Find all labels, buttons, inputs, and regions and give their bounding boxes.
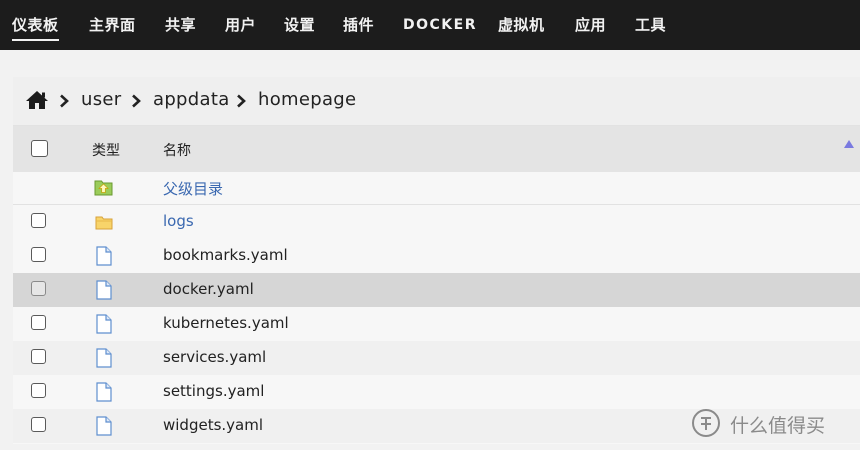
nav-docker[interactable]: DOCKER [403,0,477,50]
table-row[interactable]: settings.yaml [13,375,860,409]
chevron-right-icon [60,94,69,108]
table-row[interactable]: bookmarks.yaml [13,239,860,273]
nav-shares[interactable]: 共享 [165,0,196,50]
file-name[interactable]: services.yaml [163,348,266,366]
column-name-header[interactable]: 名称 [163,140,191,160]
file-name[interactable]: settings.yaml [163,382,264,400]
nav-plugins[interactable]: 插件 [343,0,374,50]
nav-dashboard[interactable]: 仪表板 [12,0,59,50]
folder-icon [95,216,113,230]
breadcrumb: user appdata homepage [13,77,860,126]
table-row[interactable]: services.yaml [13,341,860,375]
row-checkbox[interactable] [31,315,46,330]
chevron-right-icon [132,94,141,108]
parent-folder-icon [94,180,113,196]
column-type-header[interactable]: 类型 [92,140,120,160]
row-checkbox[interactable] [31,281,46,296]
row-checkbox[interactable] [31,213,46,228]
table-row[interactable]: kubernetes.yaml [13,307,860,341]
file-name[interactable]: widgets.yaml [163,416,263,434]
nav-settings[interactable]: 设置 [284,0,315,50]
file-icon [96,280,112,300]
nav-users[interactable]: 用户 [225,0,256,50]
nav-apps[interactable]: 应用 [575,0,606,50]
row-checkbox[interactable] [31,383,46,398]
table-header: 类型 名称 [13,126,860,172]
file-icon [96,314,112,334]
file-name[interactable]: logs [163,212,194,230]
breadcrumb-homepage[interactable]: homepage [258,89,356,110]
watermark: 什么值得买 [690,408,855,438]
breadcrumb-appdata[interactable]: appdata [153,89,230,110]
chevron-right-icon [237,94,246,108]
file-name[interactable]: docker.yaml [163,280,254,298]
file-browser-panel: user appdata homepage 类型 名称 父级目录 logs bo… [13,77,860,444]
watermark-logo-icon [692,409,720,437]
top-nav: 仪表板 主界面 共享 用户 设置 插件 DOCKER 虚拟机 应用 工具 [0,0,860,50]
select-all-checkbox[interactable] [31,140,48,157]
parent-directory-link[interactable]: 父级目录 [163,178,223,199]
file-name[interactable]: bookmarks.yaml [163,246,288,264]
file-icon [96,416,112,436]
nav-main[interactable]: 主界面 [89,0,136,50]
file-icon [96,246,112,266]
nav-vms[interactable]: 虚拟机 [498,0,545,50]
file-icon [96,382,112,402]
table-row[interactable]: logs [13,205,860,239]
sort-ascending-icon[interactable] [844,140,854,148]
parent-directory-row[interactable]: 父级目录 [13,172,860,205]
breadcrumb-user[interactable]: user [81,89,121,110]
nav-tools[interactable]: 工具 [635,0,666,50]
row-checkbox[interactable] [31,349,46,364]
home-icon[interactable] [25,90,49,110]
row-checkbox[interactable] [31,417,46,432]
file-name[interactable]: kubernetes.yaml [163,314,289,332]
table-row[interactable]: docker.yaml [13,273,860,307]
watermark-text: 什么值得买 [730,415,826,437]
file-icon [96,348,112,368]
row-checkbox[interactable] [31,247,46,262]
